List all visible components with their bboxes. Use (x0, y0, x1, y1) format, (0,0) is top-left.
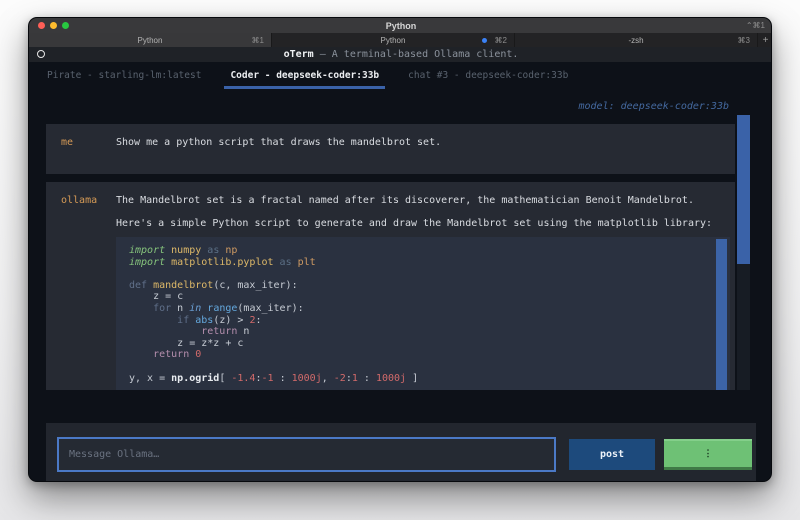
code-token: (c, max_iter): (213, 280, 297, 291)
code-token (129, 315, 177, 326)
code-token: return (201, 326, 237, 337)
terminal-tab-zsh[interactable]: -zsh ⌘3 (515, 33, 758, 47)
terminal-tab-python-2[interactable]: Python ⌘2 (272, 33, 515, 47)
oterm-title-name: oTerm (284, 49, 314, 60)
code-token: -1 (262, 373, 274, 384)
chat-scrollbar-thumb[interactable] (737, 115, 750, 264)
code-token: mandelbrot (153, 280, 213, 291)
code-line: for n in range(max_iter): (129, 303, 730, 315)
oterm-title: oTerm — A terminal-based Ollama client. (29, 49, 772, 60)
code-token: [ (219, 373, 231, 384)
chat-tabs: Pirate - starling-lm:latest Coder - deep… (41, 66, 574, 89)
code-token: matplotlib.pyplot (171, 257, 273, 268)
code-token: n (171, 303, 189, 314)
code-token: y, x = (129, 373, 171, 384)
code-token: -2 (334, 373, 346, 384)
oterm-logo-icon (37, 50, 45, 58)
chat-tab-pirate[interactable]: Pirate - starling-lm:latest (41, 66, 207, 89)
oterm-header: oTerm — A terminal-based Ollama client. (29, 47, 772, 62)
oterm-title-tagline: — A terminal-based Ollama client. (314, 49, 519, 60)
chat-message-ollama: ollama The Mandelbrot set is a fractal n… (46, 182, 735, 390)
window-shortcut: ⌃⌘1 (746, 21, 765, 30)
code-token: np.ogrid (171, 373, 219, 384)
code-block: import numpy as npimport matplotlib.pypl… (116, 237, 730, 390)
code-line: return 0 (129, 349, 730, 361)
code-token: 1000j (376, 373, 406, 384)
code-token: numpy (171, 245, 201, 256)
terminal-tab-label: Python (138, 36, 163, 45)
code-line: if abs(z) > 2: (129, 315, 730, 327)
message-author: ollama (46, 182, 116, 390)
code-token: 1000j (292, 373, 322, 384)
chat-tab-coder[interactable]: Coder - deepseek-coder:33b (224, 66, 385, 89)
chat-scrollbar[interactable] (737, 115, 750, 390)
code-line: import matplotlib.pyplot as plt (129, 257, 730, 269)
message-paragraph: Here's a simple Python script to generat… (116, 218, 730, 229)
terminal-tab-python-1[interactable]: Python ⌘1 (29, 33, 272, 47)
terminal-tab-shortcut: ⌘3 (738, 36, 750, 45)
code-line: z = c (129, 291, 730, 303)
model-label: model: deepseek-coder:33b (578, 101, 729, 112)
code-token: (max_iter): (237, 303, 303, 314)
message-paragraph: The Mandelbrot set is a fractal named af… (116, 195, 730, 206)
code-token: return (153, 349, 189, 360)
code-token: plt (298, 257, 316, 268)
message-text: Show me a python script that draws the m… (116, 124, 730, 174)
code-line: y, x = np.ogrid[ -1.4:-1 : 1000j, -2:1 :… (129, 373, 730, 385)
message-body: The Mandelbrot set is a fractal named af… (116, 182, 730, 390)
oterm-app: oTerm — A terminal-based Ollama client. … (29, 47, 772, 482)
code-line: import numpy as np (129, 245, 730, 257)
code-token: : (358, 373, 376, 384)
new-tab-button[interactable]: + (758, 33, 772, 47)
code-token: def (129, 280, 147, 291)
chat-area: me Show me a python script that draws th… (46, 115, 735, 390)
code-token: , (322, 373, 334, 384)
message-input[interactable] (57, 437, 556, 472)
code-line: return n (129, 326, 730, 338)
code-token: z = z*z + c (129, 338, 243, 349)
terminal-tab-label: Python (381, 36, 406, 45)
code-token: import (129, 245, 165, 256)
code-token: : (255, 315, 261, 326)
window-titlebar[interactable]: Python ⌃⌘1 (29, 18, 772, 33)
code-token (129, 326, 201, 337)
code-token: abs (195, 315, 213, 326)
chat-tab-3[interactable]: chat #3 - deepseek-coder:33b (402, 66, 574, 89)
unread-dot-icon (482, 38, 487, 43)
code-token: : (274, 373, 292, 384)
code-line (129, 361, 730, 373)
code-token: if (177, 315, 189, 326)
post-button[interactable]: post (569, 439, 655, 470)
code-token: in (189, 303, 201, 314)
code-token: as (207, 245, 219, 256)
message-input-panel: post ⋮ (46, 423, 756, 482)
send-menu-button[interactable]: ⋮ (664, 439, 752, 470)
code-token: import (129, 257, 165, 268)
code-line: z = z*z + c (129, 338, 730, 350)
terminal-tab-shortcut: ⌘2 (495, 36, 507, 45)
code-token: for (153, 303, 171, 314)
terminal-tabbar: Python ⌘1 Python ⌘2 -zsh ⌘3 + (29, 33, 772, 47)
code-lines: import numpy as npimport matplotlib.pypl… (129, 245, 730, 384)
code-scrollbar[interactable] (716, 239, 727, 390)
terminal-window: Python ⌃⌘1 Python ⌘1 Python ⌘2 -zsh ⌘3 +… (28, 17, 772, 482)
code-token (129, 349, 153, 360)
chat-message-me: me Show me a python script that draws th… (46, 124, 735, 174)
code-line (129, 268, 730, 280)
message-author: me (46, 124, 116, 174)
code-token: -1.4 (231, 373, 255, 384)
code-token (129, 303, 153, 314)
terminal-tab-shortcut: ⌘1 (252, 36, 264, 45)
code-token: range (207, 303, 237, 314)
code-line: def mandelbrot(c, max_iter): (129, 280, 730, 292)
code-token: np (225, 245, 237, 256)
terminal-tab-label: -zsh (628, 36, 643, 45)
code-token: 0 (195, 349, 201, 360)
window-title: Python (29, 21, 772, 31)
code-token: z = c (129, 291, 183, 302)
code-token: (z) > (213, 315, 249, 326)
code-token: as (280, 257, 292, 268)
code-token: ] (406, 373, 418, 384)
code-token: n (237, 326, 249, 337)
